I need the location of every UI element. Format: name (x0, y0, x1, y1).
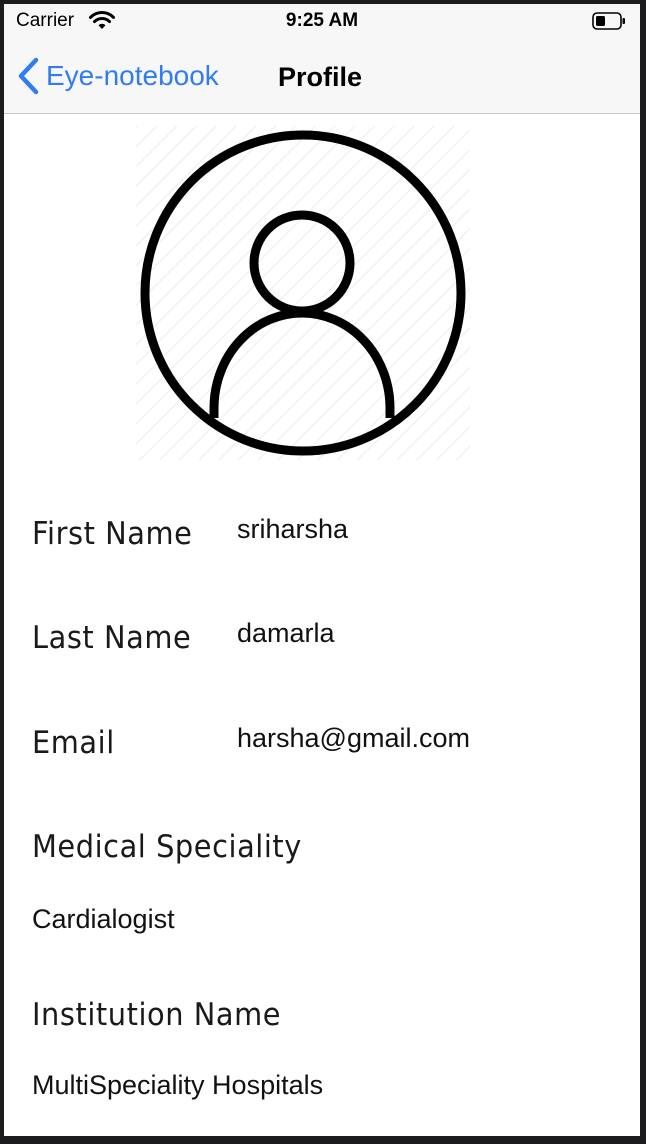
page-title: Profile (278, 62, 363, 92)
status-bar: Carrier 9:25 AM (4, 4, 640, 42)
medical-speciality-value: Cardialogist (32, 904, 175, 934)
navigation-bar: Eye-notebook Profile (4, 42, 640, 114)
institution-name-label: Institution Name (32, 997, 282, 1033)
last-name-value: damarla (237, 618, 335, 648)
institution-name-value: MultiSpeciality Hospitals (32, 1070, 324, 1100)
battery-icon (592, 12, 625, 30)
app-screen: Carrier 9:25 AM Eye-notebook Profile Fir… (4, 4, 640, 1136)
user-avatar-icon (136, 126, 470, 460)
back-button[interactable]: Eye-notebook (16, 56, 219, 96)
status-time: 9:25 AM (285, 10, 359, 31)
chevron-left-icon (18, 57, 39, 95)
medical-speciality-label: Medical Speciality (32, 829, 302, 865)
last-name-label: Last Name (32, 620, 192, 656)
email-value: harsha@gmail.com (237, 723, 470, 753)
first-name-value: sriharsha (237, 514, 349, 544)
first-name-label: First Name (32, 516, 193, 552)
email-label: Email (32, 725, 115, 761)
back-button-label: Eye-notebook (46, 60, 219, 91)
